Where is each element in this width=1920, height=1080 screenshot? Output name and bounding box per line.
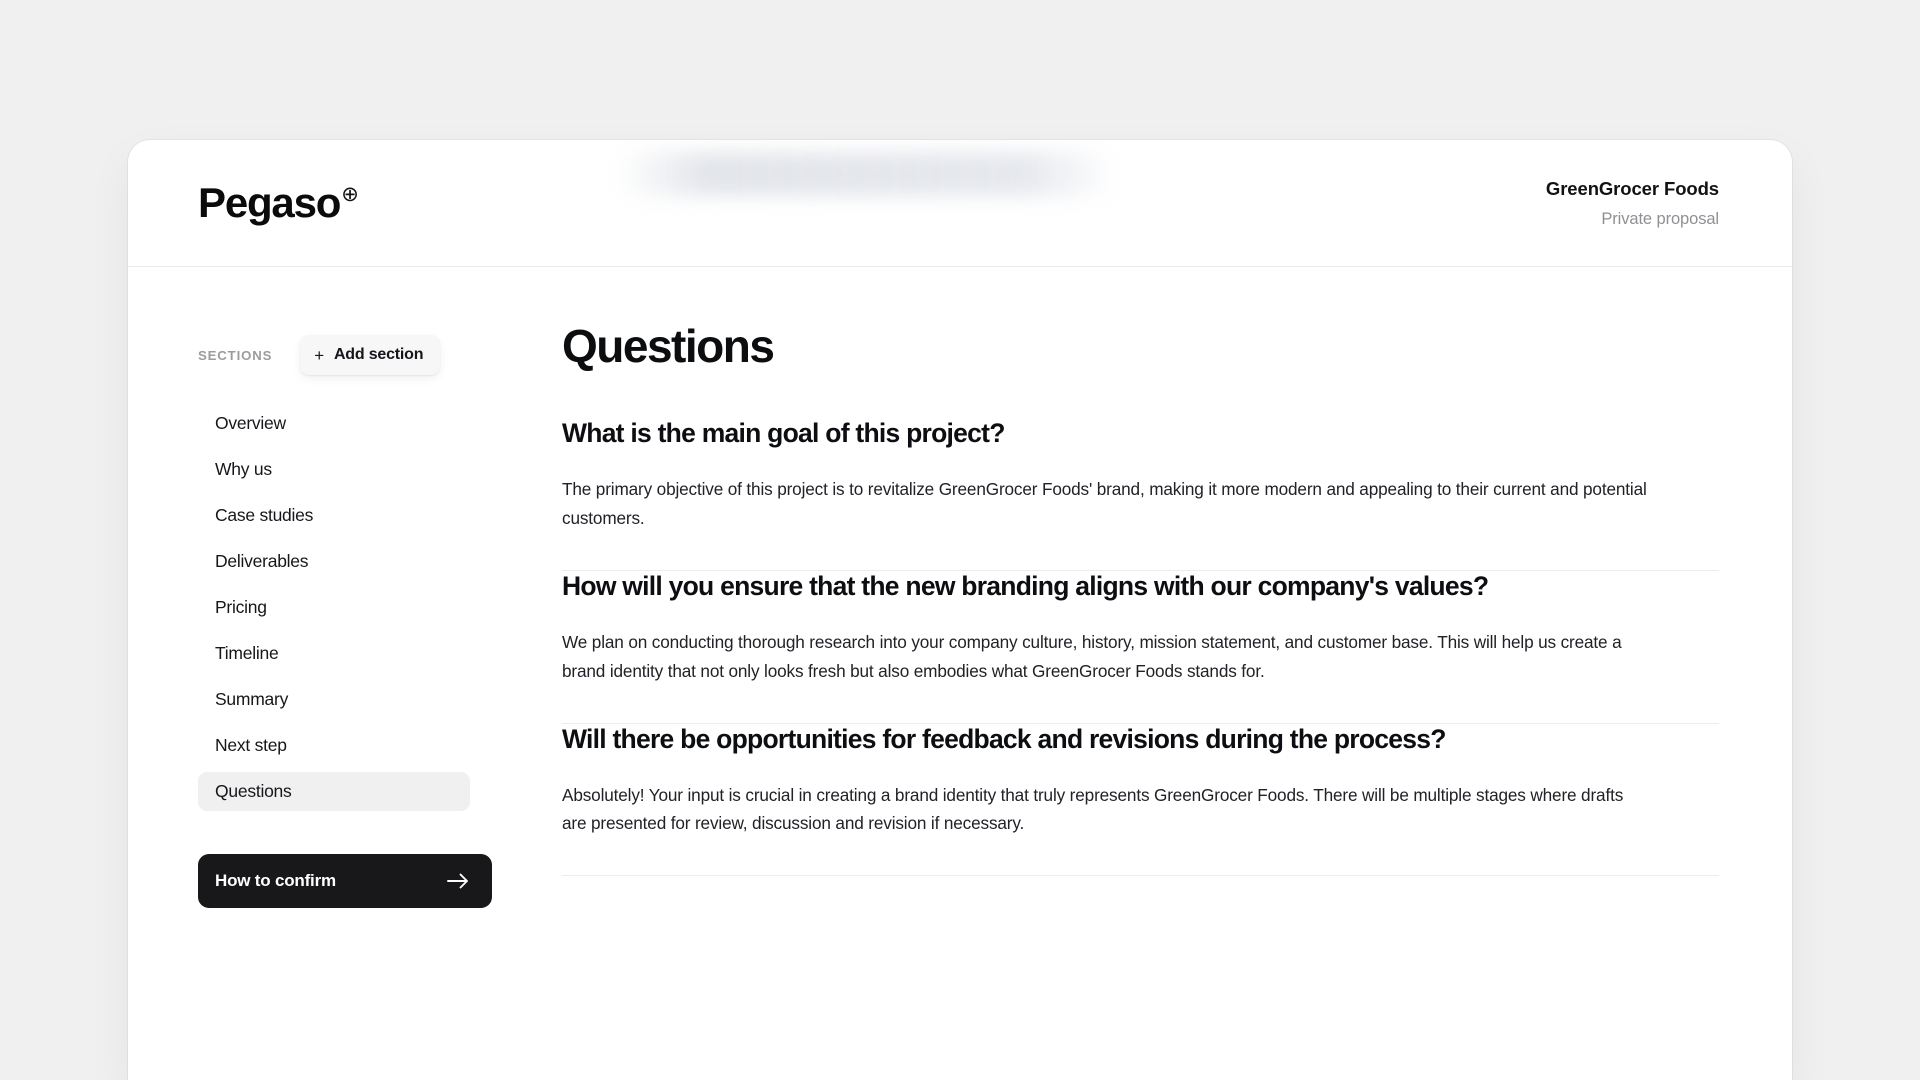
card-body: SECTIONS + Add section Overview Why us C… [128,267,1792,908]
how-to-confirm-button[interactable]: How to confirm [198,854,492,908]
question-text: Will there be opportunities for feedback… [562,723,1446,754]
proposal-visibility-label: Private proposal [1601,209,1719,228]
circled-plus-icon: ⊕ [341,183,359,206]
divider [562,875,1719,877]
sidebar-item-summary[interactable]: Summary [198,680,470,719]
sections-label: SECTIONS [198,347,273,363]
sidebar-item-why-us[interactable]: Why us [198,450,470,489]
proposal-card: Pegaso ⊕ GreenGrocer Foods Private propo… [128,140,1792,1080]
how-to-confirm-label: How to confirm [215,871,336,890]
sidebar: SECTIONS + Add section Overview Why us C… [128,267,494,908]
qa-item: Will there be opportunities for feedback… [562,724,1719,876]
qa-item: How will you ensure that the new brandin… [562,571,1719,723]
sidebar-item-overview[interactable]: Overview [198,404,470,443]
brand-name: Pegaso [198,179,341,226]
answer-text: Absolutely! Your input is crucial in cre… [562,784,1624,834]
question-text: What is the main goal of this project? [562,418,1005,448]
main-content: Questions What is the main goal of this … [494,267,1792,908]
qa-item: What is the main goal of this project? T… [562,418,1719,570]
sidebar-item-case-studies[interactable]: Case studies [198,496,470,535]
plus-icon: + [314,345,324,365]
add-section-button[interactable]: + Add section [300,335,441,375]
sidebar-item-next-step[interactable]: Next step [198,726,470,765]
answer-text: We plan on conducting thorough research … [562,631,1622,681]
card-header: Pegaso ⊕ GreenGrocer Foods Private propo… [128,140,1792,267]
client-info: GreenGrocer Foods Private proposal [1546,178,1719,229]
sidebar-header: SECTIONS + Add section [198,335,494,375]
arrow-right-icon [446,873,470,889]
question-text: How will you ensure that the new brandin… [562,570,1489,601]
blurred-placeholder [616,152,1116,196]
sidebar-item-deliverables[interactable]: Deliverables [198,542,470,581]
brand-logo[interactable]: Pegaso ⊕ [198,182,359,224]
client-name: GreenGrocer Foods [1545,177,1719,199]
sidebar-item-pricing[interactable]: Pricing [198,588,470,627]
sidebar-item-timeline[interactable]: Timeline [198,634,470,673]
sections-nav-list: Overview Why us Case studies Deliverable… [198,404,494,811]
add-section-label: Add section [333,346,424,363]
sidebar-item-questions[interactable]: Questions [198,772,470,811]
answer-text: The primary objective of this project is… [562,479,1647,528]
page-title: Questions [562,320,775,372]
